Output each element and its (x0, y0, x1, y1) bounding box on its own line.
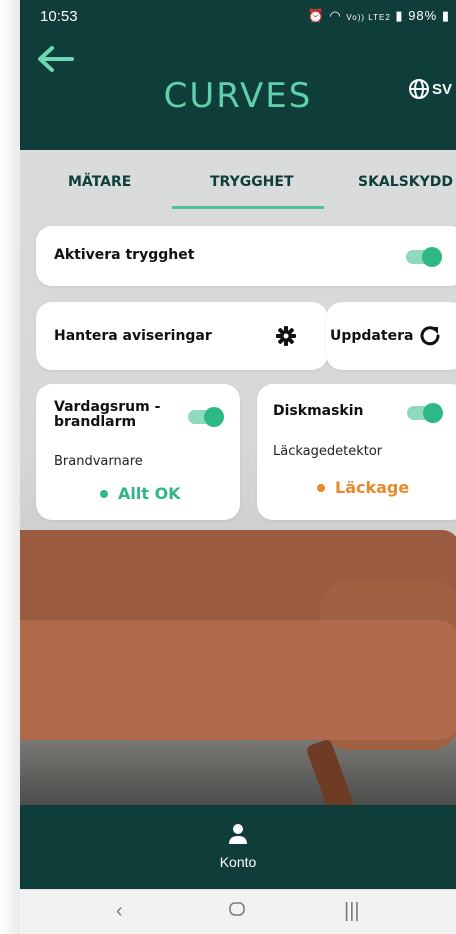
device-name: Diskmaskin (273, 403, 364, 419)
app-screen: 10:53 ⏰ ◠ Vo)) LTE2 ▮ 98% ▮ CURVES SV MÄ… (20, 0, 456, 934)
status-dot (317, 483, 325, 492)
sofa-seat (20, 620, 456, 740)
refresh-card[interactable]: Uppdatera (326, 302, 456, 370)
system-navigation-bar: ‹ ||| (20, 889, 456, 934)
refresh-icon[interactable] (418, 324, 442, 348)
account-label: Konto (219, 854, 257, 870)
device-status-text: Allt OK (118, 484, 181, 503)
signal-text: Vo)) LTE2 (346, 13, 391, 22)
active-tab-indicator (172, 206, 324, 209)
tab-bar: MÄTARE TRYGGHET SKALSKYDD (20, 150, 456, 212)
arrow-left-icon[interactable] (36, 44, 74, 80)
tab-skalskydd[interactable]: SKALSKYDD (358, 174, 453, 190)
device-toggle[interactable] (407, 403, 443, 423)
language-selector[interactable]: SV (408, 78, 452, 100)
wifi-icon: ◠ (329, 8, 342, 23)
bottom-navigation: Konto (20, 805, 456, 889)
battery-level: 98% (408, 8, 438, 23)
manage-notifications-label: Hantera aviseringar (54, 328, 212, 344)
alarm-icon: ⏰ (307, 8, 325, 23)
device-type: Läckagedetektor (273, 444, 383, 459)
recents-nav-icon[interactable]: ||| (344, 900, 360, 923)
status-dot (100, 489, 108, 498)
status-icons: ⏰ ◠ Vo)) LTE2 ▮ 98% ▮ (308, 8, 450, 24)
gear-icon[interactable] (276, 326, 296, 346)
signal-icon: ▮ (395, 8, 404, 23)
activate-toggle[interactable] (406, 247, 442, 267)
app-logo: CURVES (163, 76, 313, 116)
device-toggle[interactable] (188, 407, 224, 427)
tab-trygghet[interactable]: TRYGGHET (210, 174, 294, 190)
device-name: Vardagsrum - brandlarm (54, 399, 161, 430)
app-header: CURVES SV (20, 32, 456, 150)
home-nav-icon[interactable] (228, 900, 246, 924)
battery-icon: ▮ (441, 8, 450, 23)
language-code: SV (431, 80, 452, 98)
device-frame-edge (0, 0, 20, 934)
activate-label: Aktivera trygghet (54, 247, 195, 263)
device-status: Läckage (317, 478, 409, 497)
globe-icon (408, 79, 429, 99)
activate-security-card[interactable]: Aktivera trygghet (36, 226, 456, 286)
manage-notifications-card[interactable]: Hantera aviseringar (36, 302, 328, 370)
status-time: 10:53 (40, 8, 78, 25)
account-nav-item[interactable]: Konto (20, 823, 456, 870)
tab-matare[interactable]: MÄTARE (68, 174, 131, 190)
status-bar: 10:53 ⏰ ◠ Vo)) LTE2 ▮ 98% ▮ (20, 0, 456, 32)
device-card-fire-alarm[interactable]: Vardagsrum - brandlarm Brandvarnare Allt… (36, 384, 240, 520)
refresh-label: Uppdatera (330, 328, 414, 344)
device-status: Allt OK (100, 484, 181, 503)
back-nav-icon[interactable]: ‹ (116, 900, 123, 923)
device-card-dishwasher[interactable]: Diskmaskin Läckagedetektor Läckage (257, 384, 456, 520)
device-type: Brandvarnare (54, 454, 143, 469)
user-icon (229, 824, 247, 844)
device-status-text: Läckage (335, 478, 410, 497)
